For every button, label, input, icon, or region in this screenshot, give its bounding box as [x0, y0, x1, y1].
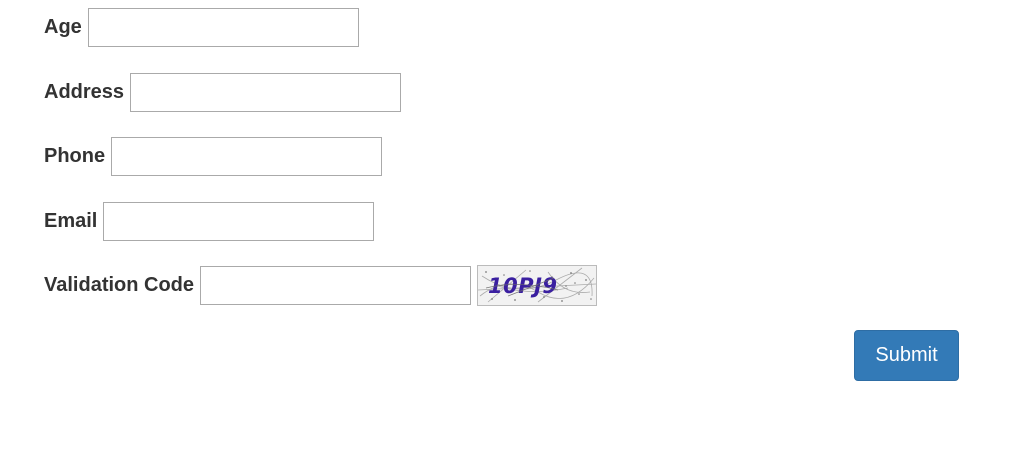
validation-code-label: Validation Code [44, 273, 195, 296]
email-row: Email [44, 201, 375, 241]
registration-form: Age Address Phone Email Validation Code [0, 0, 1011, 473]
address-label: Address [44, 80, 125, 103]
address-row: Address [44, 72, 402, 112]
validation-code-field[interactable] [200, 265, 472, 305]
email-field[interactable] [103, 201, 375, 241]
age-row: Age [44, 7, 359, 47]
captcha-image[interactable]: 10PJ9 [477, 264, 598, 306]
captcha-text: 10PJ9 [488, 274, 558, 298]
validation-code-row: Validation Code 10PJ9 [44, 264, 598, 306]
phone-label: Phone [44, 144, 106, 167]
phone-field[interactable] [111, 136, 383, 176]
phone-row: Phone [44, 136, 383, 176]
age-label: Age [44, 15, 82, 38]
address-field[interactable] [130, 72, 402, 112]
captcha-noise-graphic: 10PJ9 [478, 265, 597, 305]
email-label: Email [44, 209, 98, 232]
submit-button[interactable]: Submit [854, 330, 959, 381]
age-field[interactable] [87, 7, 359, 47]
